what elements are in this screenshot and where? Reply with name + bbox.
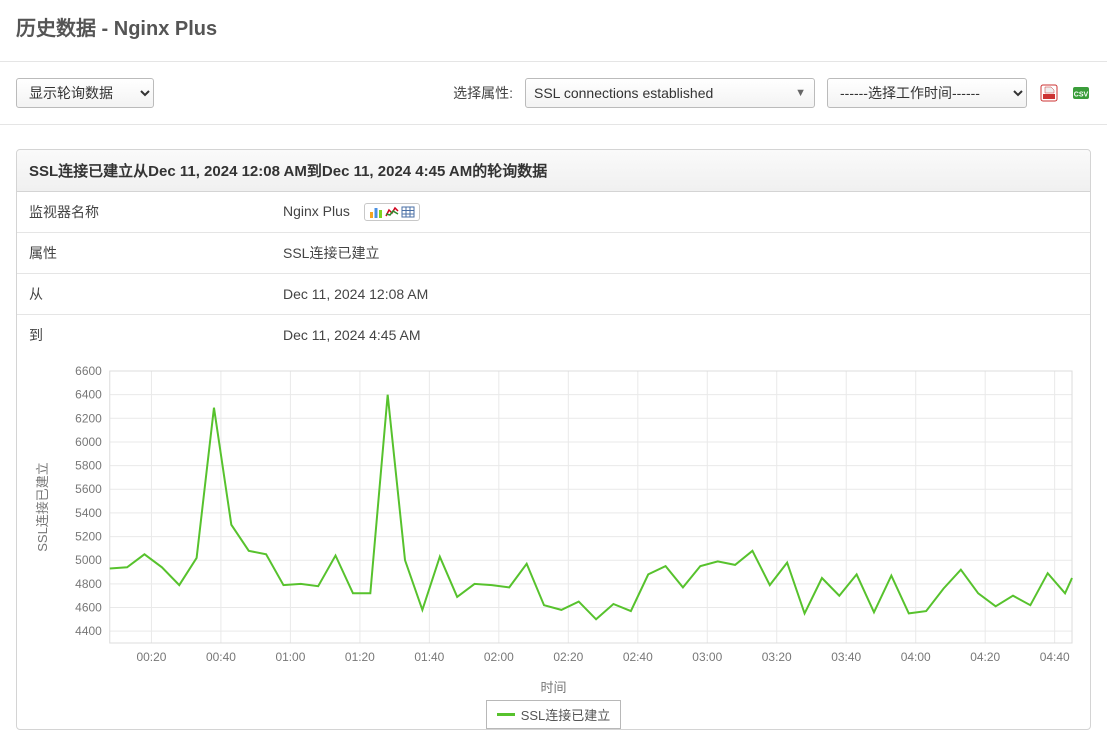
attribute-value: SSL连接已建立: [271, 233, 1090, 274]
to-label: 到: [17, 315, 271, 356]
chart-area: SSL连接已建立 4400 4600 4800 5000 5200 5400 5600 5800…: [17, 355, 1090, 729]
svg-text:5400: 5400: [75, 506, 102, 520]
panel-title: SSL连接已建立从Dec 11, 2024 12:08 AM到Dec 11, 2…: [17, 150, 1090, 192]
svg-text:5200: 5200: [75, 530, 102, 544]
svg-text:01:20: 01:20: [345, 650, 375, 664]
monitor-name-value: Nginx Plus: [271, 192, 1090, 233]
page-header: 历史数据 - Nginx Plus: [0, 0, 1107, 62]
svg-text:00:40: 00:40: [206, 650, 236, 664]
table-row: 属性 SSL连接已建立: [17, 233, 1090, 274]
svg-text:6000: 6000: [75, 435, 102, 449]
svg-text:04:20: 04:20: [970, 650, 1000, 664]
svg-text:SSL连接已建立: SSL连接已建立: [35, 462, 50, 552]
svg-text:03:20: 03:20: [762, 650, 792, 664]
info-table: 监视器名称 Nginx Plus 属性 SSL连接已建立 从 Dec 11, 2…: [17, 192, 1090, 355]
monitor-name-label: 监视器名称: [17, 192, 271, 233]
svg-text:4800: 4800: [75, 577, 102, 591]
x-axis-title: 时间: [25, 677, 1082, 696]
svg-text:5800: 5800: [75, 459, 102, 473]
table-row: 从 Dec 11, 2024 12:08 AM: [17, 274, 1090, 315]
line-chart-icon: [385, 205, 399, 219]
export-csv-icon[interactable]: CSV: [1071, 83, 1091, 103]
svg-text:6600: 6600: [75, 364, 102, 378]
svg-text:5600: 5600: [75, 482, 102, 496]
svg-text:02:00: 02:00: [484, 650, 514, 664]
svg-text:5000: 5000: [75, 553, 102, 567]
svg-text:01:40: 01:40: [414, 650, 444, 664]
export-pdf-icon[interactable]: [1039, 83, 1059, 103]
svg-text:04:00: 04:00: [901, 650, 931, 664]
work-time-select[interactable]: ------选择工作时间------: [827, 78, 1027, 108]
svg-text:01:00: 01:00: [275, 650, 305, 664]
svg-text:4400: 4400: [75, 624, 102, 638]
svg-text:CSV: CSV: [1074, 92, 1089, 99]
svg-text:00:20: 00:20: [136, 650, 166, 664]
attribute-label: 属性: [17, 233, 271, 274]
chevron-down-icon: ▼: [795, 87, 806, 99]
bar-chart-icon: [369, 205, 383, 219]
monitor-mini-icons[interactable]: [364, 203, 420, 221]
data-mode-select[interactable]: 显示轮询数据: [16, 78, 154, 108]
svg-text:6400: 6400: [75, 388, 102, 402]
legend-label: SSL连接已建立: [521, 705, 611, 724]
attribute-select-value: SSL connections established: [534, 85, 713, 101]
toolbar: 显示轮询数据 选择属性: SSL connections established…: [0, 62, 1107, 125]
table-row: 到 Dec 11, 2024 4:45 AM: [17, 315, 1090, 356]
table-icon: [401, 205, 415, 219]
table-row: 监视器名称 Nginx Plus: [17, 192, 1090, 233]
data-panel: SSL连接已建立从Dec 11, 2024 12:08 AM到Dec 11, 2…: [16, 149, 1091, 730]
svg-text:02:40: 02:40: [623, 650, 653, 664]
svg-text:6200: 6200: [75, 411, 102, 425]
svg-text:02:20: 02:20: [553, 650, 583, 664]
svg-text:03:40: 03:40: [831, 650, 861, 664]
from-label: 从: [17, 274, 271, 315]
legend-swatch: [497, 713, 515, 716]
attribute-select-label: 选择属性:: [453, 83, 513, 103]
line-chart: SSL连接已建立 4400 4600 4800 5000 5200 5400 5600 5800…: [25, 363, 1082, 673]
legend-item: SSL连接已建立: [486, 700, 622, 729]
svg-text:04:40: 04:40: [1040, 650, 1070, 664]
page-title: 历史数据 - Nginx Plus: [16, 12, 1091, 41]
svg-text:03:00: 03:00: [692, 650, 722, 664]
svg-text:4600: 4600: [75, 601, 102, 615]
attribute-select[interactable]: SSL connections established ▼: [525, 78, 815, 108]
to-value: Dec 11, 2024 4:45 AM: [271, 315, 1090, 356]
chart-legend: SSL连接已建立: [25, 696, 1082, 729]
from-value: Dec 11, 2024 12:08 AM: [271, 274, 1090, 315]
